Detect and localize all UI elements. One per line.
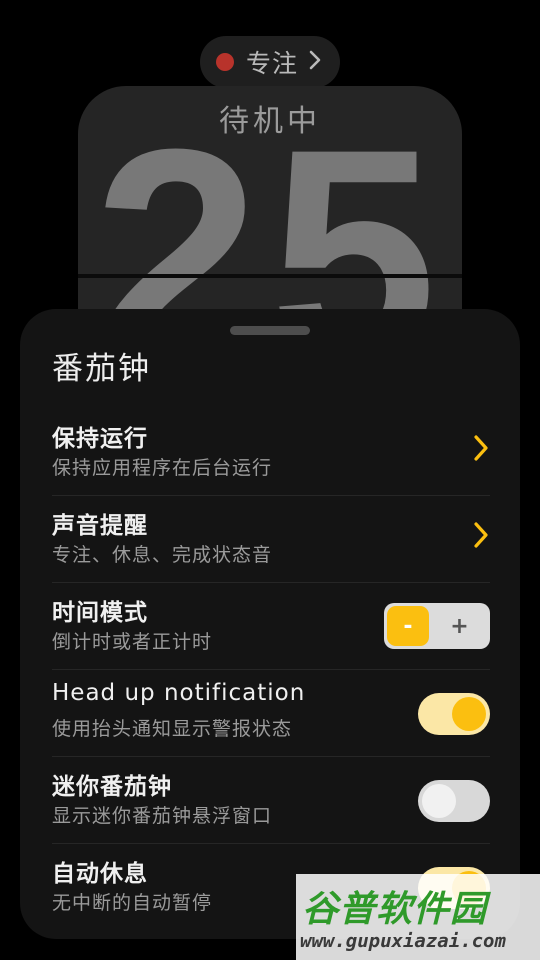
setting-subtitle: 专注、休息、完成状态音	[52, 544, 273, 566]
setting-title: Head up notification	[52, 680, 306, 706]
setting-mini-pomodoro: 迷你番茄钟 显示迷你番茄钟悬浮窗口	[52, 757, 490, 844]
countdown-minus-button[interactable]: -	[387, 606, 429, 646]
focus-mode-pill[interactable]: 专注	[200, 36, 340, 88]
clock-status: 待机中	[219, 104, 321, 139]
mini-pomodoro-toggle[interactable]	[418, 780, 490, 822]
status-dot	[216, 53, 234, 71]
setting-time-mode: 时间模式 倒计时或者正计时 - +	[52, 583, 490, 670]
drag-handle[interactable]	[230, 326, 310, 335]
setting-subtitle: 保持应用程序在后台运行	[52, 457, 273, 479]
toggle-knob	[452, 697, 486, 731]
setting-subtitle: 使用抬头通知显示警报状态	[52, 718, 293, 740]
head-up-notification-toggle[interactable]	[418, 693, 490, 735]
setting-keep-running[interactable]: 保持运行 保持应用程序在后台运行	[52, 409, 490, 496]
watermark-url: www.gupuxiazai.com	[300, 930, 506, 952]
setting-title: 保持运行	[52, 426, 148, 452]
setting-title: 声音提醒	[52, 513, 148, 539]
setting-title: 自动休息	[52, 861, 148, 887]
screen: 专注 25 待机中 番茄钟 保持运行 保持应用程序在后台运行 声音提醒 专注、休…	[0, 0, 540, 960]
setting-subtitle: 倒计时或者正计时	[52, 631, 213, 653]
setting-head-up-notification: Head up notification 使用抬头通知显示警报状态	[52, 670, 490, 757]
site-watermark: 谷普软件园 www.gupuxiazai.com	[296, 874, 540, 960]
chevron-right-icon[interactable]	[472, 433, 490, 467]
time-mode-stepper: - +	[384, 603, 490, 649]
settings-sheet: 番茄钟 保持运行 保持应用程序在后台运行 声音提醒 专注、休息、完成状态音 时间…	[20, 309, 520, 939]
setting-title: 迷你番茄钟	[52, 774, 172, 800]
flip-divider	[78, 274, 462, 278]
setting-sound-alert[interactable]: 声音提醒 专注、休息、完成状态音	[52, 496, 490, 583]
toggle-knob	[422, 784, 456, 818]
setting-subtitle: 显示迷你番茄钟悬浮窗口	[52, 805, 273, 827]
settings-list: 保持运行 保持应用程序在后台运行 声音提醒 专注、休息、完成状态音 时间模式 倒…	[52, 409, 490, 931]
focus-label: 专注	[246, 49, 299, 78]
countup-plus-button[interactable]: +	[429, 614, 490, 639]
chevron-right-icon[interactable]	[472, 520, 490, 554]
setting-subtitle: 无中断的自动暂停	[52, 892, 213, 914]
chevron-right-icon	[308, 49, 322, 75]
setting-title: 时间模式	[52, 600, 148, 626]
watermark-logo: 谷普软件园	[302, 889, 488, 930]
sheet-title: 番茄钟	[52, 351, 151, 387]
